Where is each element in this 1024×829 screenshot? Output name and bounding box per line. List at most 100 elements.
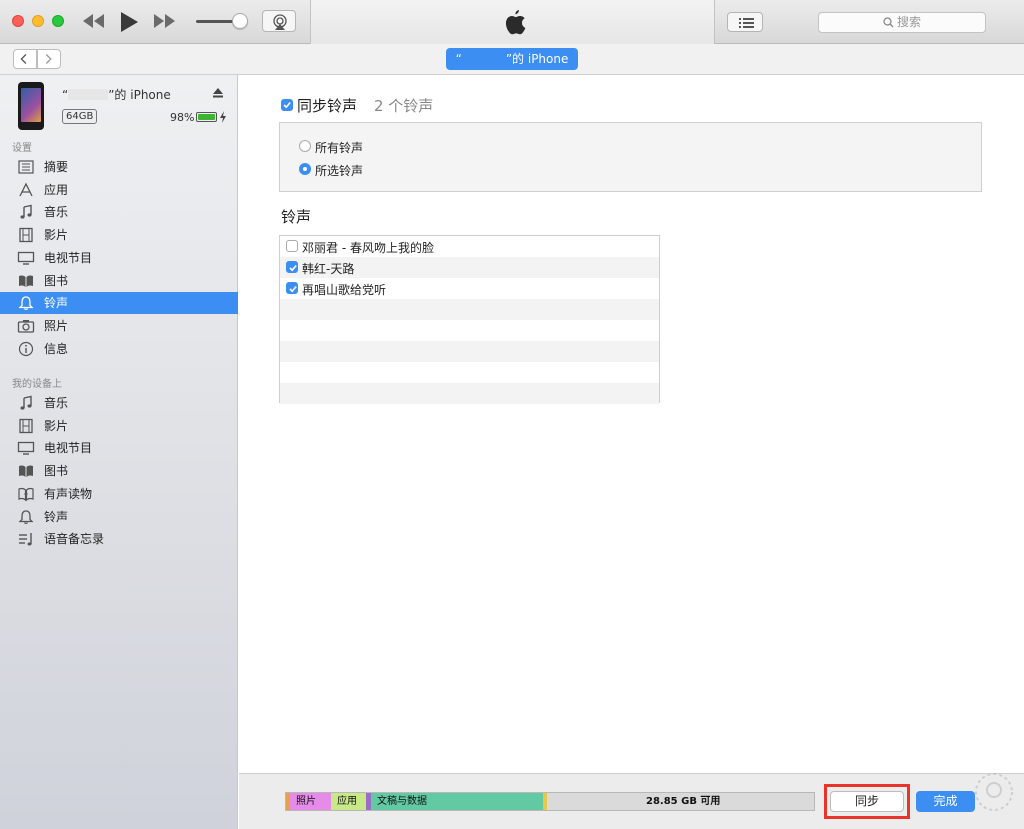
ringtones-section-title: 铃声 bbox=[281, 208, 312, 226]
zoom-window-button[interactable] bbox=[52, 15, 64, 27]
device-name: “”的 iPhone bbox=[62, 86, 171, 103]
sidebar-item-summary[interactable]: 摘要 bbox=[0, 156, 238, 178]
storage-segment-docs: 文稿与数据 bbox=[371, 793, 543, 810]
film-icon bbox=[19, 418, 33, 433]
sidebar-item-label: 图书 bbox=[44, 273, 69, 288]
tv-icon bbox=[17, 442, 35, 456]
search-placeholder: 搜索 bbox=[896, 15, 921, 29]
sync-button-highlight bbox=[824, 784, 910, 819]
info-icon bbox=[18, 341, 34, 356]
storage-segment-misc bbox=[543, 793, 547, 810]
volume-knob[interactable] bbox=[232, 13, 248, 29]
storage-bar: 照片 应用 文稿与数据 28.85 GB 可用 bbox=[285, 792, 815, 811]
status-display bbox=[310, 0, 715, 44]
sidebar-item-book[interactable]: 图书 bbox=[0, 460, 238, 482]
sidebar-item-label: 电视节目 bbox=[44, 441, 93, 456]
sidebar-item-camera[interactable]: 照片 bbox=[0, 315, 238, 337]
sidebar-item-bell[interactable]: 铃声 bbox=[0, 292, 238, 315]
sidebar-item-label: 图书 bbox=[44, 464, 69, 479]
camera-icon bbox=[17, 319, 35, 333]
selected-ringtones-radio[interactable] bbox=[299, 163, 311, 175]
book-icon bbox=[19, 274, 33, 287]
empty-row bbox=[280, 383, 659, 404]
book-icon bbox=[19, 465, 33, 478]
ringtone-checkbox[interactable] bbox=[286, 261, 298, 273]
sidebar-item-book[interactable]: 图书 bbox=[0, 270, 238, 292]
sidebar-item-label: 应用 bbox=[44, 182, 69, 197]
empty-row bbox=[280, 341, 659, 362]
chevron-left-icon bbox=[20, 54, 27, 64]
mydevice-section-label: 我的设备上 bbox=[12, 379, 62, 390]
search-input[interactable]: 搜索 bbox=[818, 12, 986, 33]
storage-segment-apps: 应用 bbox=[331, 793, 366, 810]
eject-icon[interactable] bbox=[212, 87, 224, 98]
sidebar-item-label: 音乐 bbox=[44, 396, 69, 410]
title-bar: 搜索 bbox=[0, 0, 1024, 44]
storage-segment-photos: 照片 bbox=[290, 793, 331, 810]
sidebar-item-film[interactable]: 影片 bbox=[0, 224, 238, 246]
sidebar-item-music[interactable]: 音乐 bbox=[0, 392, 238, 414]
sidebar-item-film[interactable]: 影片 bbox=[0, 415, 238, 437]
watermark-icon bbox=[975, 773, 1013, 811]
minimize-window-button[interactable] bbox=[32, 15, 44, 27]
done-button[interactable]: 完成 bbox=[916, 791, 975, 812]
charging-bolt-icon bbox=[220, 111, 226, 123]
sidebar-item-apps[interactable]: 应用 bbox=[0, 179, 238, 201]
film-icon bbox=[19, 227, 33, 243]
ringtone-count: 2 个铃声 bbox=[374, 97, 434, 115]
all-ringtones-radio[interactable] bbox=[299, 140, 311, 152]
sidebar-item-label: 音乐 bbox=[44, 205, 69, 220]
sidebar-item-tv[interactable]: 电视节目 bbox=[0, 437, 238, 459]
all-ringtones-label: 所有铃声 bbox=[315, 141, 364, 155]
sidebar-item-label: 有声读物 bbox=[44, 486, 93, 501]
back-button[interactable] bbox=[13, 49, 37, 69]
device-tab-prefix: “ bbox=[455, 52, 462, 66]
search-icon bbox=[883, 17, 894, 28]
sync-ringtones-label: 同步铃声 bbox=[297, 97, 358, 115]
empty-row bbox=[280, 362, 659, 383]
airplay-icon bbox=[273, 14, 287, 30]
sidebar-item-music[interactable]: 音乐 bbox=[0, 201, 238, 223]
list-view-button[interactable] bbox=[727, 12, 763, 32]
ringtone-label: 邓丽君 - 春风吻上我的脸 bbox=[302, 241, 434, 255]
close-window-button[interactable] bbox=[12, 15, 24, 27]
sidebar-item-voice-memo[interactable]: 语音备忘录 bbox=[0, 528, 238, 550]
list-item[interactable]: 再唱山歌给党听 bbox=[280, 278, 659, 299]
device-header[interactable]: “”的 iPhone 64GB 98% bbox=[0, 75, 238, 137]
voice-memo-icon bbox=[19, 533, 32, 546]
sidebar-item-label: 照片 bbox=[44, 318, 69, 333]
sidebar-item-label: 摘要 bbox=[44, 160, 69, 174]
list-item[interactable]: 韩红-天路 bbox=[280, 257, 659, 278]
forward-button[interactable] bbox=[37, 49, 61, 69]
ringtone-label: 韩红-天路 bbox=[302, 262, 355, 276]
sidebar-item-label: 电视节目 bbox=[44, 250, 93, 265]
sync-options-box: 所有铃声 所选铃声 bbox=[279, 122, 982, 192]
play-icon[interactable] bbox=[118, 10, 140, 34]
sidebar-item-audiobook[interactable]: 有声读物 bbox=[0, 483, 238, 505]
device-name-suffix: ”的 iPhone bbox=[108, 88, 171, 102]
list-item[interactable]: 邓丽君 - 春风吻上我的脸 bbox=[280, 236, 659, 257]
music-icon bbox=[20, 205, 32, 219]
ringtone-list: 邓丽君 - 春风吻上我的脸 韩红-天路 再唱山歌给党听 bbox=[279, 235, 660, 404]
sidebar-item-tv[interactable]: 电视节目 bbox=[0, 247, 238, 269]
summary-icon bbox=[18, 160, 34, 174]
settings-section-label: 设置 bbox=[12, 143, 32, 154]
sidebar-item-info[interactable]: 信息 bbox=[0, 338, 238, 360]
list-icon bbox=[739, 18, 754, 28]
device-tab[interactable]: “ ”的 iPhone bbox=[446, 48, 578, 70]
rewind-icon[interactable] bbox=[80, 12, 106, 30]
sidebar-item-label: 影片 bbox=[44, 418, 69, 433]
ringtone-checkbox[interactable] bbox=[286, 240, 298, 252]
ringtone-checkbox[interactable] bbox=[286, 282, 298, 294]
battery-percentage: 98% bbox=[170, 111, 195, 124]
airplay-button[interactable] bbox=[262, 10, 296, 32]
music-icon bbox=[20, 395, 32, 410]
empty-row bbox=[280, 320, 659, 341]
fast-forward-icon[interactable] bbox=[152, 12, 178, 30]
capacity-badge: 64GB bbox=[62, 109, 98, 124]
sidebar-item-bell[interactable]: 铃声 bbox=[0, 506, 238, 528]
sync-ringtones-checkbox[interactable] bbox=[281, 99, 293, 111]
tv-icon bbox=[17, 251, 35, 265]
sidebar-item-label: 影片 bbox=[44, 228, 69, 243]
bell-icon bbox=[18, 296, 34, 311]
